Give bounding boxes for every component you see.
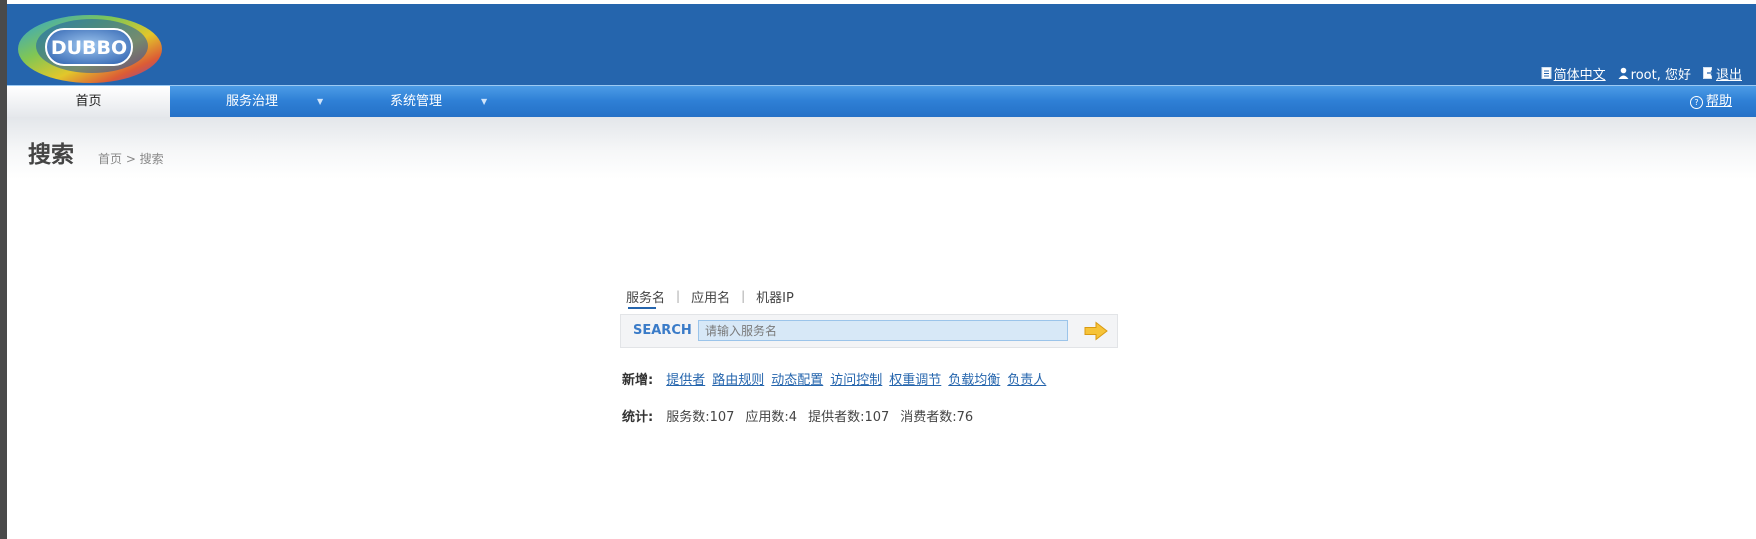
tab-divider: | <box>741 289 746 303</box>
stat-services: 服务数:107 <box>666 410 735 425</box>
nav-service-governance[interactable]: 服务治理 <box>226 86 278 118</box>
stats-label: 统计: <box>622 410 654 425</box>
help[interactable]: ? 帮助 <box>1689 86 1732 118</box>
stat-consumers: 消费者数:76 <box>900 410 974 425</box>
search-input[interactable] <box>698 320 1068 341</box>
header: DUBBO 简体中文 root, 您好 退出 <box>7 4 1756 85</box>
add-access-link[interactable]: 访问控制 <box>830 369 882 388</box>
add-provider-link[interactable]: 提供者 <box>666 369 705 388</box>
search-tabs: 服务名 | 应用名 | 机器IP <box>626 286 794 309</box>
logout-icon <box>1702 67 1714 79</box>
tab-app-name[interactable]: 应用名 <box>691 287 730 306</box>
header-links: 简体中文 root, 您好 退出 <box>1541 64 1742 83</box>
user-greeting: root, 您好 <box>1618 64 1691 83</box>
logo-text: DUBBO <box>51 37 127 59</box>
language-switch[interactable]: 简体中文 <box>1541 64 1606 83</box>
breadcrumb: 首页 > 搜索 <box>98 152 164 166</box>
logout-link[interactable]: 退出 <box>1716 64 1742 83</box>
dubbo-logo[interactable]: DUBBO <box>16 11 164 85</box>
chevron-down-icon[interactable]: ▼ <box>481 86 487 118</box>
page-title: 搜索 <box>28 142 74 168</box>
help-icon: ? <box>1689 95 1703 109</box>
user-icon <box>1618 67 1629 79</box>
stat-providers: 提供者数:107 <box>808 410 890 425</box>
arrow-right-icon[interactable] <box>1084 321 1108 341</box>
logout[interactable]: 退出 <box>1702 64 1742 83</box>
greeting-text: root, 您好 <box>1630 67 1691 83</box>
left-window-border <box>0 0 7 539</box>
nav-home[interactable]: 首页 <box>7 86 170 118</box>
add-config-link[interactable]: 动态配置 <box>771 369 823 388</box>
add-weight-link[interactable]: 权重调节 <box>889 369 941 388</box>
add-label: 新增: <box>622 373 654 388</box>
add-row: 新增: 提供者 路由规则 动态配置 访问控制 权重调节 负载均衡 负责人 <box>622 369 1046 388</box>
add-owner-link[interactable]: 负责人 <box>1007 369 1046 388</box>
tab-service-name[interactable]: 服务名 <box>626 287 665 309</box>
tab-divider: | <box>676 289 681 303</box>
chevron-down-icon[interactable]: ▼ <box>317 86 323 118</box>
main-nav: 首页 服务治理 ▼ 系统管理 ▼ ? 帮助 <box>7 85 1756 118</box>
search-label: SEARCH <box>633 323 692 338</box>
language-link[interactable]: 简体中文 <box>1554 64 1606 83</box>
title-band <box>7 117 1756 179</box>
help-link[interactable]: 帮助 <box>1706 86 1732 118</box>
add-loadbalance-link[interactable]: 负载均衡 <box>948 369 1000 388</box>
document-icon <box>1541 67 1552 79</box>
nav-system-management[interactable]: 系统管理 <box>390 86 442 118</box>
stats-row: 统计: 服务数:107 应用数:4 提供者数:107 消费者数:76 <box>622 406 977 425</box>
tab-machine-ip[interactable]: 机器IP <box>756 287 794 306</box>
search-bar: SEARCH <box>620 314 1118 348</box>
stat-apps: 应用数:4 <box>745 410 798 425</box>
add-route-link[interactable]: 路由规则 <box>712 369 764 388</box>
